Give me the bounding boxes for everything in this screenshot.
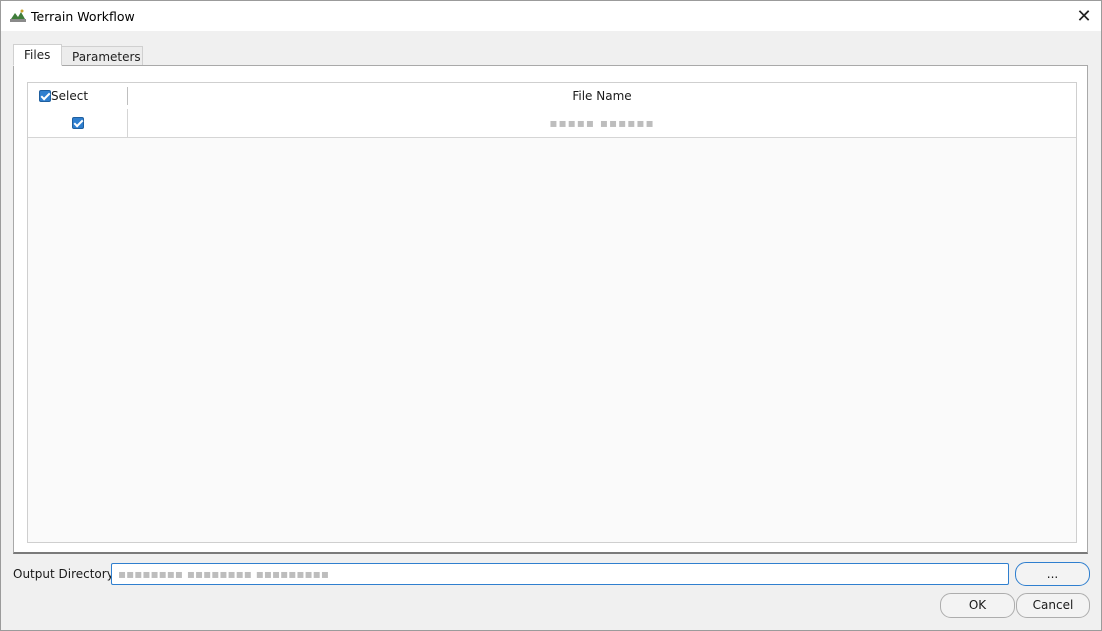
files-grid: Select File Name ▪▪▪▪▪ ▪▪▪▪▪▪ — [27, 82, 1077, 543]
output-directory-label: Output Directory: — [13, 567, 117, 581]
tab-files[interactable]: Files — [13, 44, 62, 66]
close-button[interactable]: ✕ — [1067, 1, 1101, 31]
row-file-name: ▪▪▪▪▪ ▪▪▪▪▪▪ — [549, 116, 655, 130]
tab-parameters[interactable]: Parameters — [61, 46, 143, 66]
window-title: Terrain Workflow — [31, 9, 135, 24]
terrain-app-icon — [10, 9, 26, 22]
grid-header: Select File Name — [28, 83, 1076, 110]
files-panel: Select File Name ▪▪▪▪▪ ▪▪▪▪▪▪ — [13, 65, 1088, 554]
ok-button[interactable]: OK — [940, 593, 1015, 618]
output-directory-input[interactable] — [111, 563, 1009, 585]
terrain-workflow-dialog: Terrain Workflow ✕ Files Parameters Sele… — [0, 0, 1102, 631]
close-icon: ✕ — [1076, 5, 1092, 27]
cancel-button[interactable]: Cancel — [1016, 593, 1090, 618]
row-select-checkbox[interactable] — [72, 117, 84, 129]
title-bar: Terrain Workflow ✕ — [1, 1, 1101, 31]
file-name-column-header[interactable]: File Name — [128, 83, 1076, 109]
select-all-checkbox[interactable] — [39, 90, 51, 102]
select-column-header[interactable]: Select — [28, 83, 128, 109]
table-row[interactable]: ▪▪▪▪▪ ▪▪▪▪▪▪ — [28, 109, 1076, 138]
browse-button[interactable]: ... — [1015, 562, 1090, 586]
select-header-label: Select — [51, 89, 89, 103]
